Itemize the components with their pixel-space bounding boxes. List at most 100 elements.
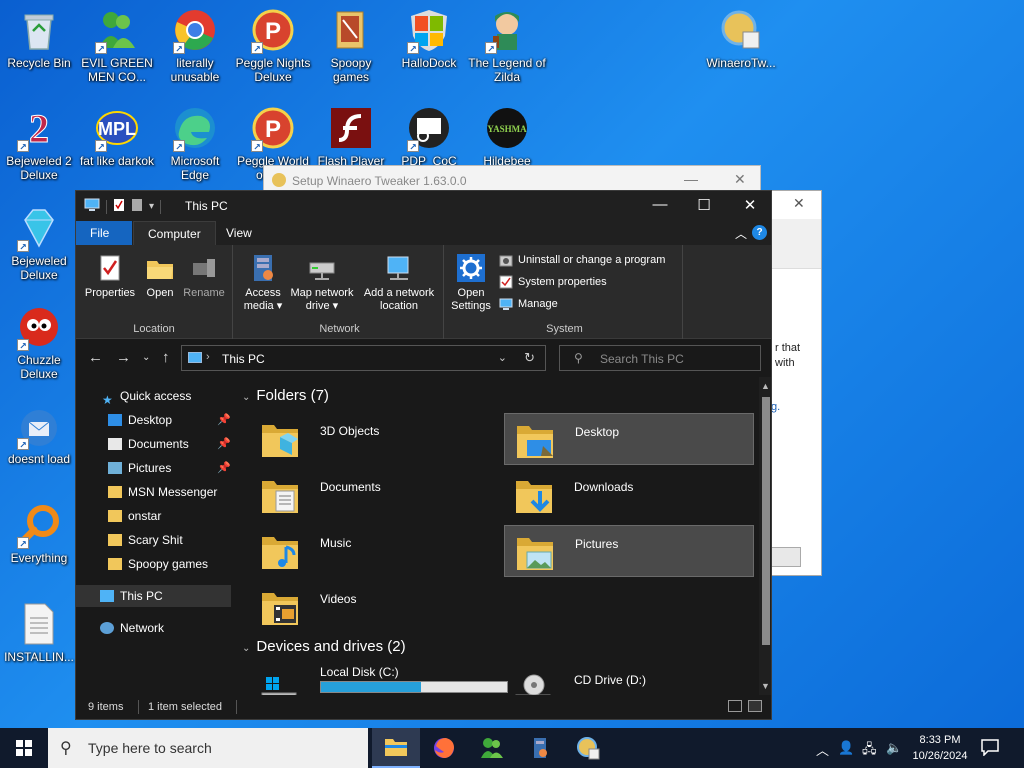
folder-tile-music[interactable]: Music bbox=[250, 525, 500, 577]
folder-tile-downloads[interactable]: Downloads bbox=[504, 469, 754, 521]
tab-view[interactable]: View bbox=[212, 221, 266, 245]
access-media-button[interactable]: Access media ▾ bbox=[238, 253, 288, 313]
desktop-icon-bejeweled-deluxe[interactable]: ↗ Bejeweled Deluxe bbox=[0, 206, 78, 282]
explorer-titlebar[interactable]: ▾ This PC — ☐ ✕ bbox=[76, 191, 771, 221]
setup-link[interactable]: g. bbox=[771, 401, 780, 413]
pin-icon[interactable]: 📌 bbox=[217, 409, 231, 431]
desktop-icon-flash-player[interactable]: Flash Player bbox=[312, 106, 390, 168]
scrollbar-thumb[interactable] bbox=[762, 397, 770, 645]
add-network-location-button[interactable]: Add a network location bbox=[358, 253, 440, 313]
desktop-icon-spoopy-games[interactable]: Spoopy games bbox=[312, 8, 390, 84]
sidebar-item-network[interactable]: Network bbox=[76, 617, 231, 639]
folders-section-header[interactable]: ⌄ Folders (7) bbox=[242, 387, 329, 404]
system-properties-button[interactable]: System properties bbox=[499, 275, 607, 289]
new-folder-icon[interactable] bbox=[131, 198, 143, 215]
desktop-icon-winaero[interactable]: WinaeroTw... bbox=[702, 8, 780, 70]
shortcut-arrow-icon: ↗ bbox=[485, 42, 497, 54]
desktop-icon-literally-unusable[interactable]: ↗ literally unusable bbox=[156, 8, 234, 84]
close-icon[interactable]: ✕ bbox=[734, 171, 746, 188]
taskbar-search-input[interactable]: ⚲ Type here to search bbox=[48, 728, 368, 768]
folder-tile-videos[interactable]: Videos bbox=[250, 581, 500, 633]
map-network-drive-button[interactable]: Map network drive ▾ bbox=[282, 253, 362, 313]
details-view-icon[interactable] bbox=[728, 700, 742, 712]
sidebar-item-this-pc[interactable]: This PC bbox=[76, 585, 231, 607]
desktop-icon-hildebee[interactable]: YASHMA Hildebee bbox=[468, 106, 546, 168]
search-input[interactable]: ⚲ Search This PC bbox=[559, 345, 761, 371]
maximize-button[interactable]: ☐ bbox=[694, 196, 714, 214]
start-button[interactable] bbox=[0, 728, 48, 768]
uninstall-program-button[interactable]: Uninstall or change a program bbox=[499, 253, 665, 267]
chevron-down-icon[interactable]: ⌄ bbox=[498, 351, 507, 364]
scroll-down-icon[interactable]: ▼ bbox=[761, 681, 770, 691]
folder-tile-pictures[interactable]: Pictures bbox=[504, 525, 754, 577]
desktop-icon-recycle-bin[interactable]: Recycle Bin bbox=[0, 8, 78, 70]
desktop-icon-chuzzle-deluxe[interactable]: ↗ Chuzzle Deluxe bbox=[0, 305, 78, 381]
mpl-icon: MPL ↗ bbox=[95, 106, 139, 152]
minimize-icon[interactable]: — bbox=[684, 171, 698, 187]
sidebar-item-msn-messenger[interactable]: MSN Messenger bbox=[76, 481, 231, 503]
desktop-icon-hallodock[interactable]: ↗ HalloDock bbox=[390, 8, 468, 70]
recent-locations-chevron-icon[interactable]: ⌄ bbox=[142, 352, 150, 363]
large-icons-view-icon[interactable] bbox=[748, 700, 762, 712]
close-button[interactable]: ✕ bbox=[740, 196, 760, 214]
folder-tile-documents[interactable]: Documents bbox=[250, 469, 500, 521]
folder-tile-desktop[interactable]: Desktop bbox=[504, 413, 754, 465]
rename-button[interactable]: Rename bbox=[180, 253, 228, 300]
tab-computer[interactable]: Computer bbox=[133, 221, 216, 245]
network-icon[interactable]: 🖧 bbox=[862, 740, 877, 762]
taskbar-app-winaero[interactable] bbox=[564, 728, 612, 768]
sidebar-item-documents[interactable]: Documents 📌 bbox=[76, 433, 231, 455]
setup-button[interactable] bbox=[771, 547, 801, 567]
help-icon[interactable]: ? bbox=[752, 225, 767, 240]
desktop-icon-bejeweled-2[interactable]: 2 ↗ Bejeweled 2 Deluxe bbox=[0, 106, 78, 182]
manage-button[interactable]: Manage bbox=[499, 297, 558, 311]
notification-center-icon[interactable] bbox=[980, 738, 1000, 757]
sidebar-item-pictures[interactable]: Pictures 📌 bbox=[76, 457, 231, 479]
shortcut-arrow-icon: ↗ bbox=[17, 438, 29, 450]
desktop-icon-doesnt-load[interactable]: ↗ doesnt load bbox=[0, 404, 78, 466]
address-bar[interactable]: › This PC ⌄ ↻ bbox=[181, 345, 546, 371]
open-button[interactable]: Open bbox=[140, 253, 180, 300]
desktop-icon-evil-green-men[interactable]: ↗ EVIL GREEN MEN CO... bbox=[78, 8, 156, 84]
pin-icon[interactable]: 📌 bbox=[217, 433, 231, 455]
sidebar-item-scary-shit[interactable]: Scary Shit bbox=[76, 529, 231, 551]
customize-toolbar-icon[interactable]: ▾ bbox=[149, 201, 154, 212]
sidebar-item-spoopy-games[interactable]: Spoopy games bbox=[76, 553, 231, 575]
properties-button[interactable]: Properties bbox=[82, 253, 138, 300]
sidebar-item-desktop[interactable]: Desktop 📌 bbox=[76, 409, 231, 431]
show-hidden-icons-chevron-icon[interactable]: ︿ bbox=[816, 740, 829, 759]
open-settings-button[interactable]: Open Settings bbox=[447, 253, 495, 313]
refresh-icon[interactable]: ↻ bbox=[524, 350, 535, 366]
taskbar-app-msn[interactable] bbox=[468, 728, 516, 768]
desktop-icon-pdp-coc[interactable]: ↗ PDP_CoC bbox=[390, 106, 468, 168]
minimize-button[interactable]: — bbox=[650, 196, 670, 213]
collapse-ribbon-icon[interactable]: ︿ bbox=[735, 225, 747, 242]
desktop-icon-legend-of-zilda[interactable]: ↗ The Legend of Zilda bbox=[468, 8, 546, 84]
properties-icon[interactable] bbox=[113, 198, 125, 215]
forward-arrow-icon[interactable]: → bbox=[116, 349, 131, 366]
devices-section-header[interactable]: ⌄ Devices and drives (2) bbox=[242, 638, 406, 655]
close-icon[interactable]: ✕ bbox=[793, 195, 805, 212]
tab-file[interactable]: File bbox=[76, 221, 132, 245]
desktop-icon-fat-like-darkok[interactable]: MPL ↗ fat like darkok bbox=[78, 106, 156, 168]
desktop-icon-everything[interactable]: ↗ Everything bbox=[0, 503, 78, 565]
taskbar-app-media-server[interactable] bbox=[516, 728, 564, 768]
rename-icon bbox=[189, 253, 219, 283]
sidebar-item-quick-access[interactable]: ★ Quick access bbox=[76, 385, 231, 407]
breadcrumb-chevron-icon[interactable]: › bbox=[206, 351, 210, 363]
scroll-up-icon[interactable]: ▲ bbox=[761, 381, 770, 391]
up-arrow-icon[interactable]: ↑ bbox=[162, 349, 170, 366]
msn-tray-icon[interactable]: 👤 bbox=[838, 740, 854, 756]
desktop-icon-installing[interactable]: INSTALLIN... bbox=[0, 602, 78, 664]
volume-icon[interactable]: 🔈 bbox=[886, 740, 902, 756]
sidebar-item-onstar[interactable]: onstar bbox=[76, 505, 231, 527]
taskbar-app-firefox[interactable] bbox=[420, 728, 468, 768]
taskbar-app-file-explorer[interactable] bbox=[372, 728, 420, 768]
taskbar-clock[interactable]: 8:33 PM 10/26/2024 bbox=[908, 732, 972, 764]
desktop-icon-microsoft-edge[interactable]: ↗ Microsoft Edge bbox=[156, 106, 234, 182]
desktop-icon-peggle-nights[interactable]: P ↗ Peggle Nights Deluxe bbox=[234, 8, 312, 84]
vertical-scrollbar[interactable]: ▲ ▼ bbox=[759, 377, 771, 695]
back-arrow-icon[interactable]: ← bbox=[88, 349, 103, 366]
folder-tile-3d-objects[interactable]: 3D Objects bbox=[250, 413, 500, 465]
pin-icon[interactable]: 📌 bbox=[217, 457, 231, 479]
